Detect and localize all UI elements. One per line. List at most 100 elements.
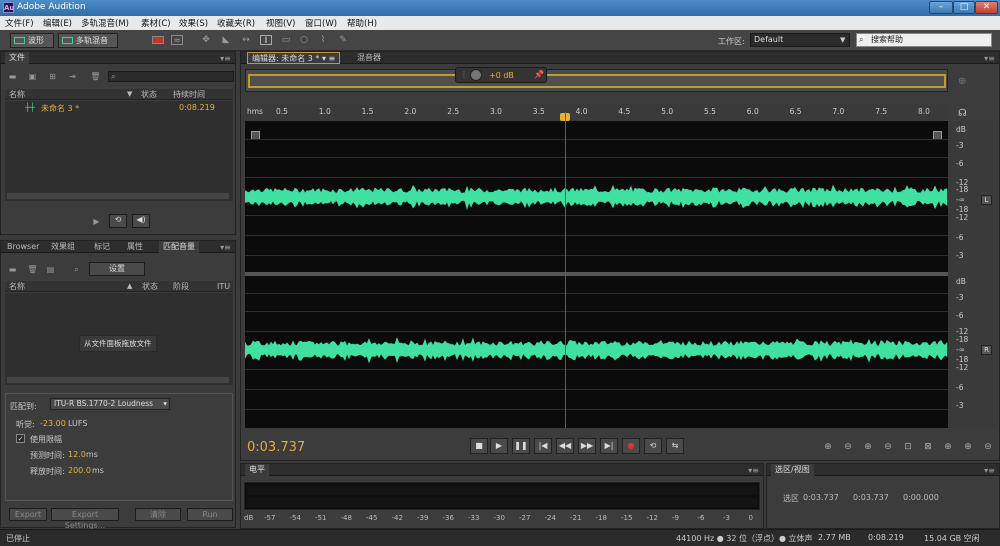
clear-button[interactable]: 清除	[135, 508, 181, 521]
column-itu[interactable]: ITU	[217, 281, 230, 292]
volume-knob[interactable]	[470, 69, 482, 81]
menu-file[interactable]: 文件(F)	[5, 17, 34, 29]
go-to-start-button[interactable]: |◀	[534, 438, 552, 454]
zoom-out-amplitude-icon[interactable]: ⊖	[842, 442, 854, 453]
rewind-button[interactable]: ◀◀	[556, 438, 574, 454]
selection-end[interactable]: 0:03.737	[853, 493, 889, 502]
razor-tool-icon[interactable]: ◣	[220, 35, 232, 45]
loop-button[interactable]: ⟲	[109, 214, 127, 228]
menu-edit[interactable]: 编辑(E)	[43, 17, 72, 29]
match-to-select[interactable]: ITU-R BS.1770-2 Loudness ▾	[50, 398, 170, 410]
tab-markers[interactable]: 标记	[90, 241, 114, 253]
minimize-button[interactable]: –	[929, 1, 953, 14]
selection-duration[interactable]: 0:00.000	[903, 493, 939, 502]
new-file-icon[interactable]: ⊞	[47, 72, 58, 81]
time-ruler[interactable]: hms 0.5 1.0 1.5 2.0 2.5 3.0 3.5 4.0 4.5 5.0 5.5 6.0…	[245, 104, 948, 121]
tab-effects-rack[interactable]: 效果组	[47, 241, 79, 253]
tab-properties[interactable]: 属性	[123, 241, 147, 253]
panel-menu-icon[interactable]: ▾≡	[748, 466, 759, 475]
match-file-list[interactable]: 从文件面板拖放文件	[5, 293, 233, 385]
clear-icon[interactable]: ▤	[45, 265, 56, 274]
export-button[interactable]: Export	[9, 508, 47, 521]
horizontal-scrollbar[interactable]	[7, 377, 229, 383]
panel-menu-icon[interactable]: ▾≡	[984, 54, 995, 63]
close-button[interactable]: ✕	[975, 1, 998, 14]
sort-icon[interactable]: ▲	[127, 281, 132, 292]
help-search-input[interactable]: 搜索帮助	[856, 33, 992, 47]
column-status[interactable]: 状态	[142, 281, 158, 292]
slip-tool-icon[interactable]: ↔	[240, 35, 252, 45]
multitrack-view-button[interactable]: 多轨混音	[58, 33, 118, 48]
loop-playback-button[interactable]: ⟲	[644, 438, 662, 454]
tab-match-volume[interactable]: 匹配音量	[159, 241, 199, 253]
column-stage[interactable]: 阶段	[173, 281, 189, 292]
menu-window[interactable]: 窗口(W)	[305, 17, 337, 29]
lookahead-value[interactable]: 12.0	[68, 450, 86, 459]
workspace-select[interactable]: Default	[750, 33, 850, 47]
insert-multitrack-icon[interactable]: ⇥	[67, 72, 78, 81]
files-search-input[interactable]: ⌕	[108, 71, 234, 82]
panel-menu-icon[interactable]: ▾≡	[220, 243, 231, 252]
menu-favorites[interactable]: 收藏夹(R)	[217, 17, 255, 29]
spot-healing-icon[interactable]: ✎	[337, 35, 349, 45]
go-to-end-button[interactable]: ▶|	[600, 438, 618, 454]
lasso-tool-icon[interactable]: ○	[298, 35, 310, 45]
zoom-full-icon[interactable]: ⊡	[902, 442, 914, 453]
zoom-in-left-icon[interactable]: ⊕	[942, 442, 954, 453]
list-item[interactable]: ┼┼ 未命名 3 * 0:08.219	[5, 103, 233, 114]
tab-editor[interactable]: 编辑器: 未命名 3 * ▾ ≡	[247, 52, 341, 64]
zoom-selection-icon[interactable]: ⊠	[922, 442, 934, 453]
headphones-icon[interactable]: ☊	[958, 108, 967, 119]
open-folder-icon[interactable]: ▬	[7, 265, 18, 274]
menu-clip[interactable]: 素材(C)	[141, 17, 171, 29]
column-duration[interactable]: 持续时间	[173, 89, 205, 100]
menu-effects[interactable]: 效果(S)	[179, 17, 208, 29]
brush-tool-icon[interactable]: ⌇	[317, 35, 329, 45]
tab-mixer[interactable]: 混音器	[353, 52, 385, 64]
loudness-value[interactable]: -23.00	[40, 419, 66, 428]
tab-browser[interactable]: Browser	[3, 241, 43, 253]
marquee-tool-icon[interactable]: ▭	[280, 35, 292, 45]
selection-start[interactable]: 0:03.737	[803, 493, 839, 502]
workspace-dropdown-icon[interactable]: ▼	[840, 36, 845, 44]
import-file-icon[interactable]: ▣	[27, 72, 38, 81]
autoplay-button[interactable]: ◀)	[132, 214, 150, 228]
pin-icon[interactable]: 📌	[534, 70, 544, 79]
zoom-in-time-icon[interactable]: ⊕	[862, 442, 874, 453]
panel-menu-icon[interactable]: ▾≡	[220, 54, 231, 63]
play-button[interactable]: ▶	[490, 438, 508, 454]
run-button[interactable]: Run	[187, 508, 233, 521]
pitch-display-icon[interactable]: ≈	[171, 35, 183, 46]
column-status[interactable]: 状态	[141, 89, 157, 100]
delete-file-icon[interactable]: 🗑	[90, 72, 101, 81]
waveform-view-button[interactable]: 波形	[10, 33, 54, 48]
maximize-button[interactable]: □	[953, 1, 975, 14]
playhead-line[interactable]	[565, 112, 566, 428]
menu-help[interactable]: 帮助(H)	[347, 17, 377, 29]
stop-button[interactable]: ■	[470, 438, 488, 454]
sort-icon[interactable]: ▼	[127, 89, 132, 100]
channel-left-toggle[interactable]: L	[981, 195, 992, 205]
export-settings-button[interactable]: Export Settings...	[51, 508, 119, 530]
settings-button[interactable]: 设置	[89, 262, 145, 276]
menu-view[interactable]: 视图(V)	[266, 17, 295, 29]
move-tool-icon[interactable]: ✥	[200, 35, 212, 45]
skip-selection-button[interactable]: ⇆	[666, 438, 684, 454]
column-name[interactable]: 名称	[9, 89, 25, 100]
zoom-in-out-icon[interactable]: ⊖	[982, 442, 994, 453]
waveform-display[interactable]	[245, 121, 948, 428]
zoom-to-selection-icon[interactable]: ⊕	[958, 76, 966, 87]
scan-icon[interactable]: ⌕	[71, 265, 82, 274]
tab-selection-view[interactable]: 选区/视图	[771, 464, 814, 476]
column-name[interactable]: 名称	[9, 281, 25, 292]
record-button[interactable]: ●	[622, 438, 640, 454]
tab-files[interactable]: 文件	[5, 52, 29, 64]
overview-visible-range[interactable]	[248, 74, 946, 88]
use-limiter-checkbox[interactable]: ✓	[16, 434, 25, 443]
panel-menu-icon[interactable]: ▾≡	[984, 466, 995, 475]
tab-levels[interactable]: 电平	[245, 464, 269, 476]
fast-forward-button[interactable]: ▶▶	[578, 438, 596, 454]
zoom-out-time-icon[interactable]: ⊖	[882, 442, 894, 453]
zoom-in-right-icon[interactable]: ⊕	[962, 442, 974, 453]
delete-icon[interactable]: 🗑	[27, 265, 38, 274]
